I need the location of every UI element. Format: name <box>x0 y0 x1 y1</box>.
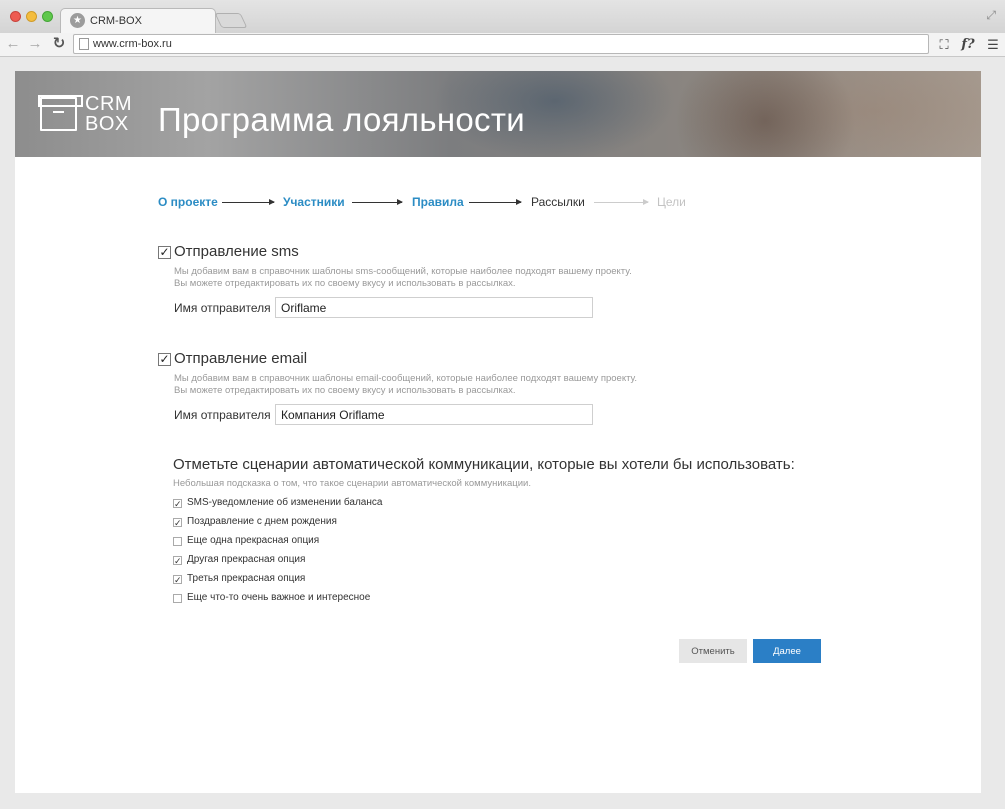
page-icon <box>79 38 89 50</box>
step-rules[interactable]: Правила <box>412 195 464 209</box>
box-logo-icon <box>38 95 83 131</box>
step-arrow-icon <box>222 199 275 205</box>
next-button[interactable]: Далее <box>753 639 821 663</box>
scenario-checkbox[interactable]: ✓ <box>173 518 182 528</box>
font-extension-icon[interactable]: f? <box>960 36 976 54</box>
sms-section-title: Отправление sms <box>174 243 299 260</box>
browser-titlebar: ★ CRM-BOX ⤢ <box>0 0 1005 34</box>
page-content: CRM BOX Программа лояльности О проекте У… <box>15 71 981 793</box>
scenario-checkbox[interactable]: ✓ <box>173 575 182 585</box>
scenarios-title: Отметьте сценарии автоматической коммуни… <box>173 456 795 473</box>
scenario-label: SMS-уведомление об изменении баланса <box>187 497 383 508</box>
browser-tab[interactable]: ★ CRM-BOX <box>60 8 216 34</box>
sms-sender-label: Имя отправителя <box>174 301 271 315</box>
scenario-checkbox[interactable] <box>173 537 182 546</box>
menu-icon[interactable]: ☰ <box>985 36 1001 54</box>
scenario-label: Поздравление с днем рождения <box>187 516 337 527</box>
url-input[interactable] <box>93 36 913 52</box>
email-sender-input[interactable] <box>275 404 593 425</box>
screen-capture-icon[interactable]: ⛶ <box>936 36 952 54</box>
sms-checkbox[interactable]: ✓ <box>158 246 171 259</box>
scenario-label: Еще одна прекрасная опция <box>187 535 320 546</box>
step-participants[interactable]: Участники <box>283 195 345 209</box>
tab-title: CRM-BOX <box>90 15 142 27</box>
step-mailings: Рассылки <box>531 195 585 209</box>
close-window-button[interactable] <box>10 11 21 22</box>
scenario-label: Еще что-то очень важное и интересное <box>187 592 371 603</box>
browser-toolbar: ← → ↻ ⛶ f? ☰ <box>0 33 1005 57</box>
favicon-icon: ★ <box>70 13 85 28</box>
forward-arrow-icon[interactable]: → <box>26 35 44 53</box>
zoom-window-button[interactable] <box>42 11 53 22</box>
email-checkbox[interactable]: ✓ <box>158 353 171 366</box>
scenarios-hint: Небольшая подсказка о том, что такое сце… <box>173 478 531 489</box>
step-goals: Цели <box>657 195 686 209</box>
address-bar[interactable] <box>73 34 929 54</box>
step-about[interactable]: О проекте <box>158 195 218 209</box>
scenario-label: Другая прекрасная опция <box>187 554 306 565</box>
email-hint-line-1: Мы добавим вам в справочник шаблоны emai… <box>174 373 637 384</box>
new-tab-button[interactable] <box>214 13 248 28</box>
sms-hint-line-2: Вы можете отредактировать их по своему в… <box>174 278 516 289</box>
email-sender-label: Имя отправителя <box>174 408 271 422</box>
scenario-checkbox[interactable] <box>173 594 182 603</box>
logo-line-2: BOX <box>85 113 129 135</box>
scenario-checkbox[interactable]: ✓ <box>173 556 182 566</box>
header-banner: CRM BOX Программа лояльности <box>15 71 981 157</box>
step-arrow-icon <box>352 199 403 205</box>
back-arrow-icon[interactable]: ← <box>4 35 22 53</box>
sms-hint-line-1: Мы добавим вам в справочник шаблоны sms-… <box>174 266 632 277</box>
page-title: Программа лояльности <box>158 101 525 138</box>
scenario-checkbox[interactable]: ✓ <box>173 499 182 509</box>
step-arrow-icon <box>469 199 522 205</box>
logo-text: CRM BOX <box>85 94 135 134</box>
fullscreen-icon[interactable]: ⤢ <box>986 8 996 23</box>
step-arrow-icon <box>594 199 649 205</box>
email-section-title: Отправление email <box>174 350 308 367</box>
logo-line-1: CRM <box>85 93 133 115</box>
reload-icon[interactable]: ↻ <box>50 35 68 53</box>
minimize-window-button[interactable] <box>26 11 37 22</box>
cancel-button[interactable]: Отменить <box>679 639 747 663</box>
sms-sender-input[interactable] <box>275 297 593 318</box>
email-hint-line-2: Вы можете отредактировать их по своему в… <box>174 385 516 396</box>
scenario-label: Третья прекрасная опция <box>187 573 306 584</box>
